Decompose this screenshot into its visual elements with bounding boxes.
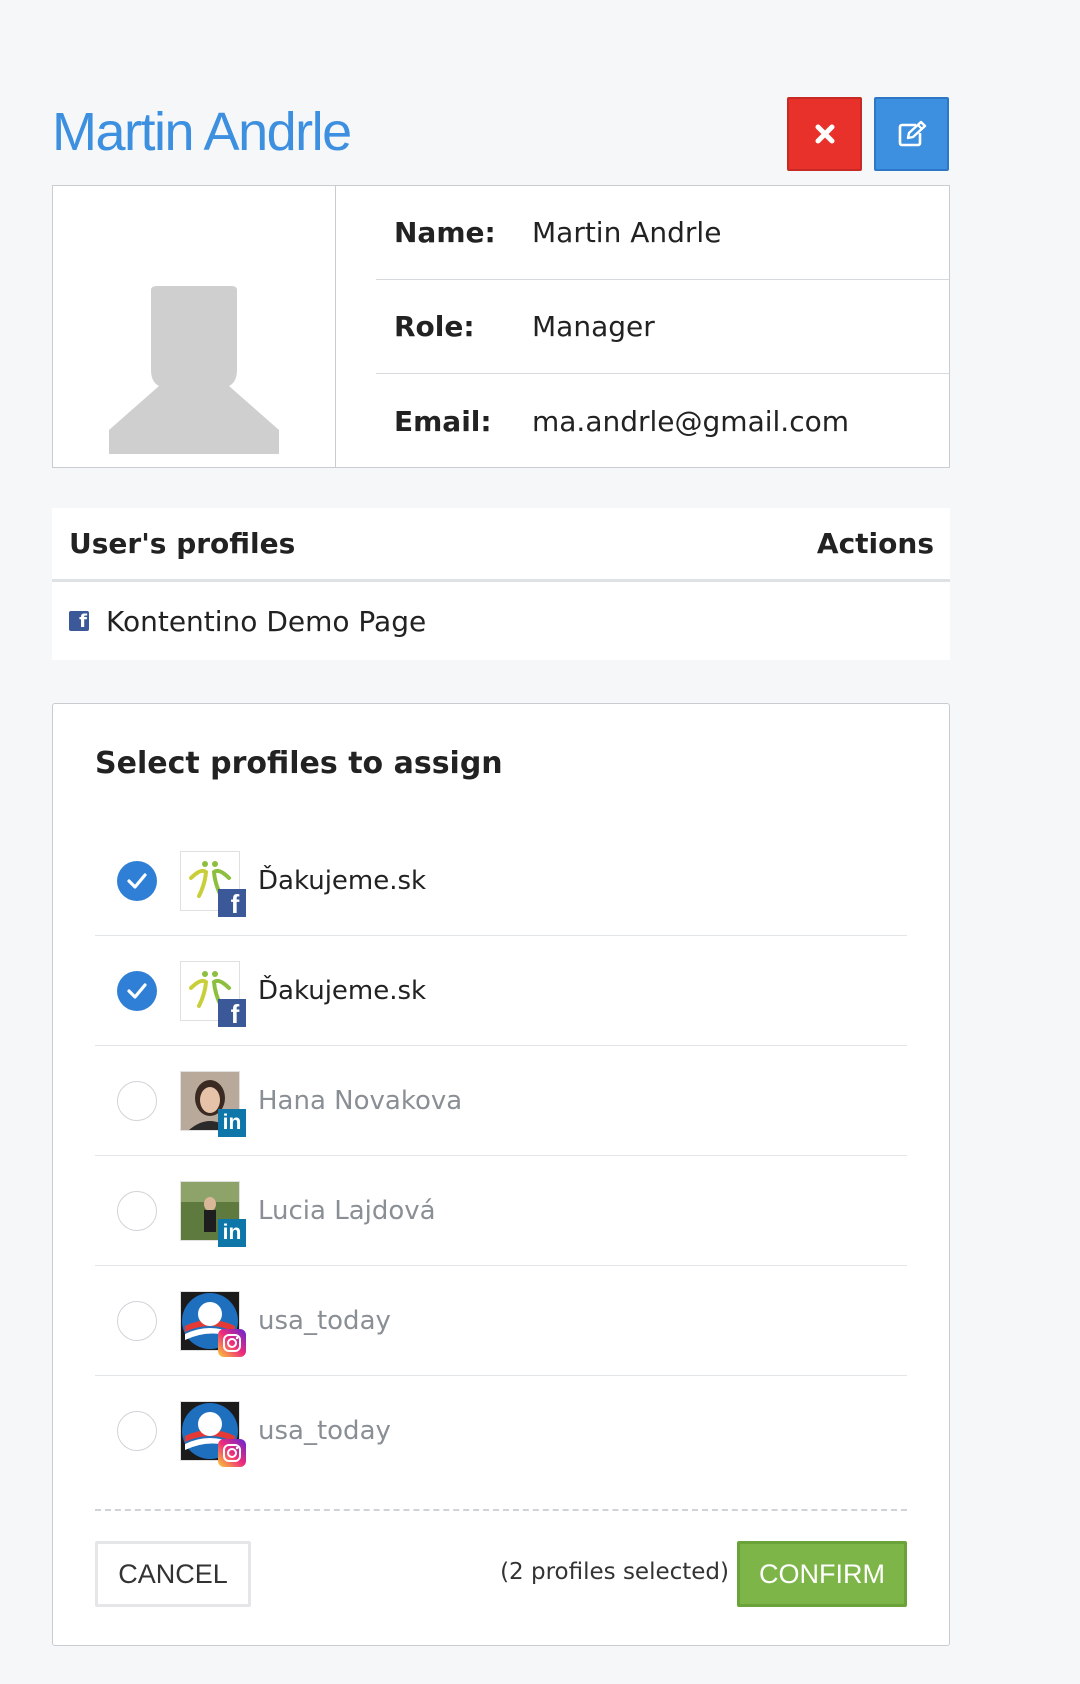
email-label: Email: xyxy=(394,404,492,438)
list-item[interactable]: f Ďakujeme.sk xyxy=(95,826,907,936)
profile-avatar xyxy=(180,1401,246,1467)
facebook-icon: f xyxy=(218,888,246,917)
profile-name: Lucia Lajdová xyxy=(258,1195,436,1226)
profile-checkbox-unchecked[interactable] xyxy=(117,1080,157,1121)
role-value: Manager xyxy=(532,310,655,343)
profiles-header-actions: Actions xyxy=(816,527,934,560)
profile-checkbox-unchecked[interactable] xyxy=(117,1190,157,1231)
profile-name: usa_today xyxy=(258,1416,391,1446)
role-row: Role: Manager xyxy=(376,280,949,374)
edit-user-button[interactable] xyxy=(874,97,949,171)
role-label: Role: xyxy=(394,310,475,343)
assign-footer: CANCEL (2 profiles selected) CONFIRM xyxy=(95,1509,907,1607)
cancel-button[interactable]: CANCEL xyxy=(95,1541,251,1607)
profile-checkbox-checked[interactable] xyxy=(117,860,157,901)
assign-profiles-panel: Select profiles to assign f Ďakujeme.sk xyxy=(52,703,950,1646)
name-label: Name: xyxy=(394,216,496,249)
linkedin-icon: in xyxy=(218,1218,246,1247)
profile-checkbox-unchecked[interactable] xyxy=(117,1300,157,1341)
page-title: Martin Andrle xyxy=(52,102,352,162)
list-item[interactable]: usa_today xyxy=(95,1266,907,1376)
name-value: Martin Andrle xyxy=(532,216,722,249)
profile-name: Ďakujeme.sk xyxy=(258,975,427,1006)
profile-checkbox-checked[interactable] xyxy=(117,970,157,1011)
list-item[interactable]: usa_today xyxy=(95,1376,907,1486)
user-detail-page: Martin Andrle Name: Martin Andrle Role: … xyxy=(52,95,950,1646)
instagram-icon xyxy=(218,1439,246,1467)
email-value: ma.andrle@gmail.com xyxy=(532,404,849,438)
name-row: Name: Martin Andrle xyxy=(376,186,949,280)
profiles-header-title: User's profiles xyxy=(69,527,296,560)
confirm-button[interactable]: CONFIRM xyxy=(737,1541,907,1607)
table-row: f Kontentino Demo Page xyxy=(52,582,950,660)
users-profiles-table: User's profiles Actions f Kontentino Dem… xyxy=(52,508,950,660)
list-item[interactable]: in Hana Novakova xyxy=(95,1046,907,1156)
linkedin-icon: in xyxy=(218,1108,246,1137)
profile-avatar: f xyxy=(180,960,246,1027)
list-item[interactable]: in Lucia Lajdová xyxy=(95,1156,907,1266)
facebook-icon: f xyxy=(69,611,89,631)
profiles-table-header: User's profiles Actions xyxy=(52,508,950,582)
profile-avatar: f xyxy=(180,850,246,917)
profile-avatar xyxy=(180,1290,246,1357)
avatar xyxy=(53,186,336,467)
edit-icon xyxy=(898,120,926,147)
delete-user-button[interactable] xyxy=(787,97,862,171)
user-info-card: Name: Martin Andrle Role: Manager Email:… xyxy=(52,185,950,468)
list-item[interactable]: f Ďakujeme.sk xyxy=(95,936,907,1046)
close-icon xyxy=(815,124,834,144)
profile-name: Hana Novakova xyxy=(258,1085,463,1116)
assign-title: Select profiles to assign xyxy=(95,746,503,781)
instagram-icon xyxy=(218,1328,246,1357)
email-row: Email: ma.andrle@gmail.com xyxy=(376,374,949,468)
checkmark-icon xyxy=(127,872,147,889)
checkmark-icon xyxy=(127,982,147,999)
profile-name: Ďakujeme.sk xyxy=(258,865,427,896)
assign-profile-list: f Ďakujeme.sk f Ďakujeme.sk in Hana Nova… xyxy=(95,826,907,1486)
profile-avatar: in xyxy=(180,1070,246,1137)
profile-avatar: in xyxy=(180,1180,246,1247)
profile-name: usa_today xyxy=(258,1305,391,1336)
page-header: Martin Andrle xyxy=(52,95,950,185)
facebook-icon: f xyxy=(218,998,246,1027)
selected-count: (2 profiles selected) xyxy=(500,1559,729,1585)
user-placeholder-icon xyxy=(109,286,279,454)
profile-checkbox-unchecked[interactable] xyxy=(117,1411,157,1451)
profile-name: Kontentino Demo Page xyxy=(106,604,427,638)
